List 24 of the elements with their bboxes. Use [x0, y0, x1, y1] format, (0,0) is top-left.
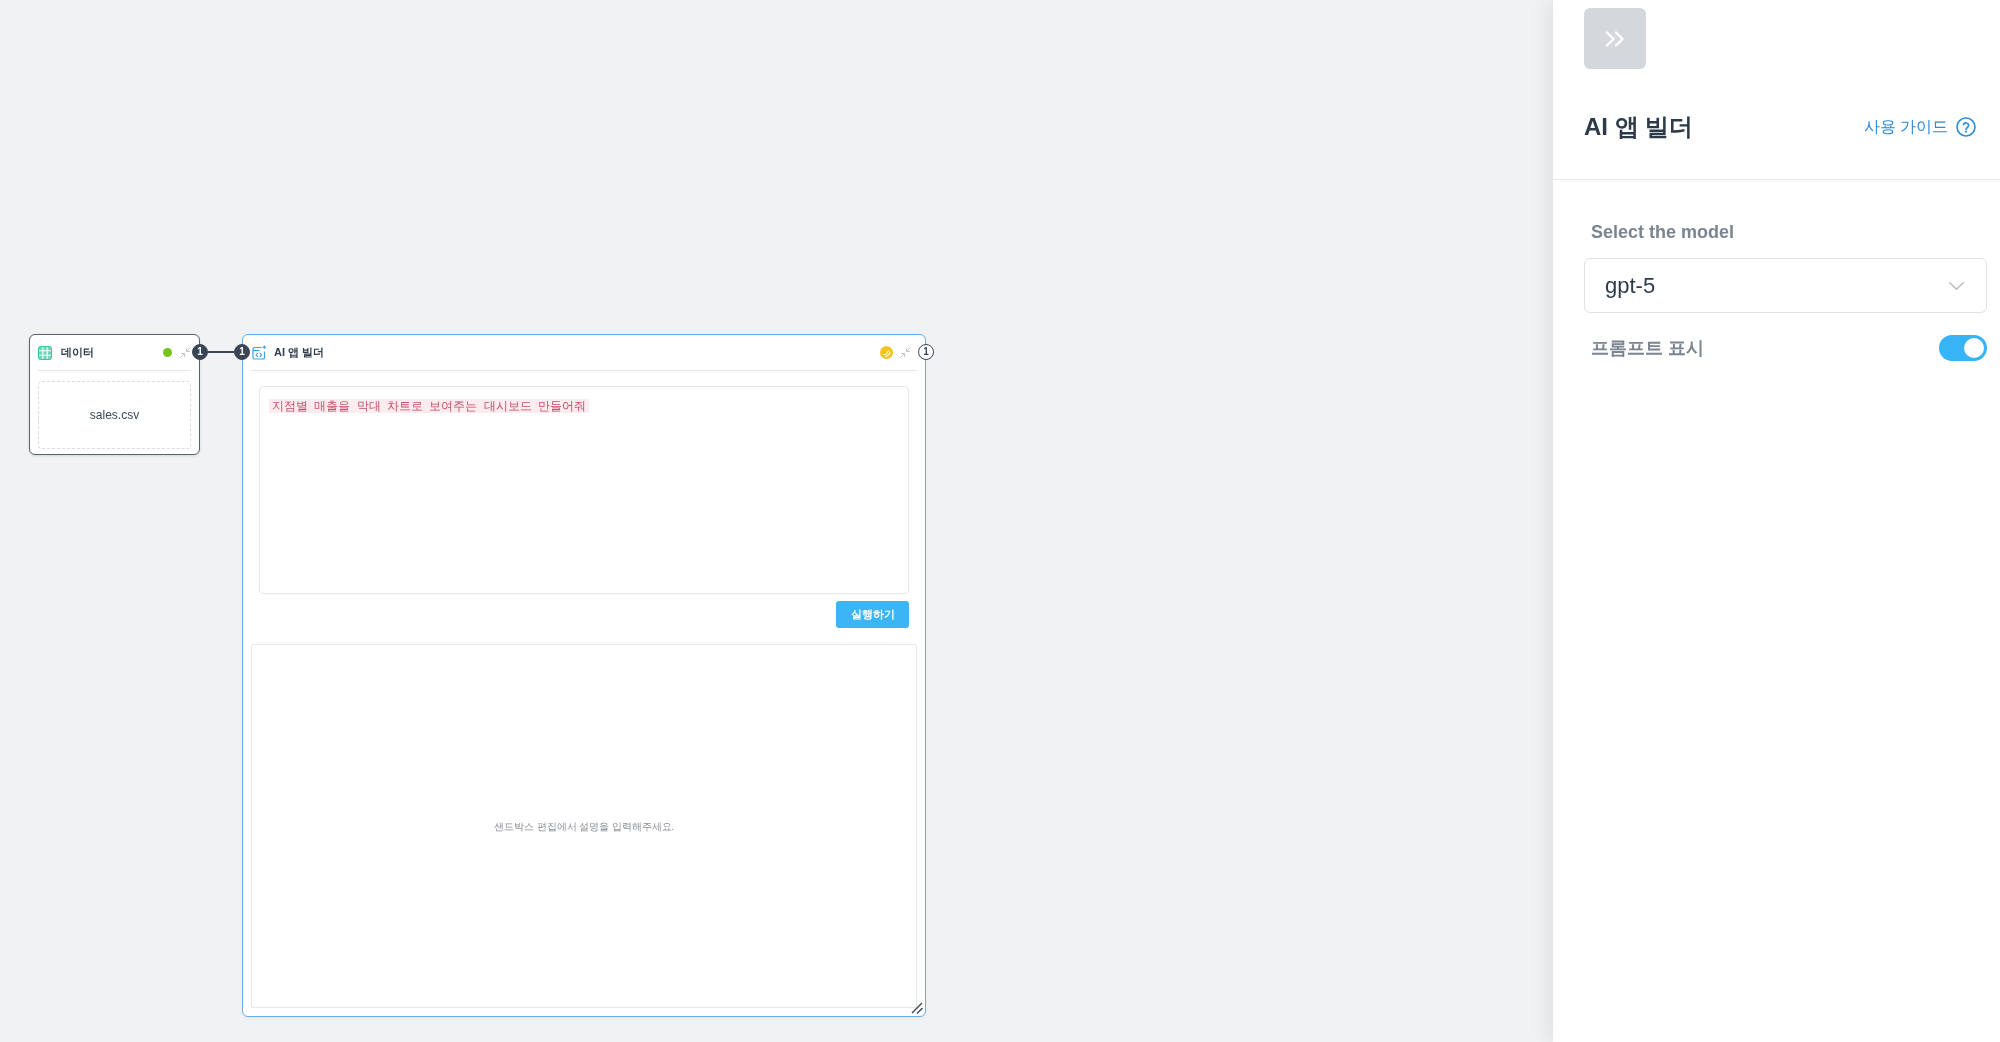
- port-badge[interactable]: 1: [192, 344, 208, 360]
- preview-message: 샌드박스 편집에서 설명을 입력해주세요.: [494, 819, 674, 834]
- port-badge[interactable]: 1: [234, 344, 250, 360]
- model-select[interactable]: gpt-5: [1584, 258, 1987, 313]
- collapse-panel-button[interactable]: [1584, 8, 1646, 69]
- prompt-field[interactable]: 지점별 매출을 막대 차트로 보여주는 대시보드 만들어줘: [259, 386, 909, 594]
- code-sparkle-icon: [251, 344, 267, 361]
- node-title: 데이터: [61, 345, 94, 361]
- guide-link[interactable]: 사용 가이드: [1863, 115, 1976, 139]
- chevron-down-icon: [1949, 281, 1964, 290]
- chevrons-right-icon: [1605, 30, 1625, 47]
- collapse-icon[interactable]: [180, 347, 191, 358]
- collapse-icon[interactable]: [900, 347, 911, 358]
- port-badge[interactable]: 1: [918, 344, 934, 360]
- connector-line: [208, 351, 234, 353]
- help-icon: [1956, 117, 1976, 137]
- node-title: AI 앱 빌더: [274, 345, 325, 361]
- table-grid-icon: [38, 345, 52, 360]
- file-name: sales.csv: [89, 407, 140, 424]
- toggle-label: 프롬프트 표시: [1590, 336, 1704, 360]
- model-label: Select the model: [1590, 221, 1736, 244]
- panel-title: AI 앱 빌더: [1584, 112, 1694, 142]
- toggle-switch[interactable]: [1939, 335, 1987, 361]
- resize-handle-icon[interactable]: [911, 1002, 923, 1014]
